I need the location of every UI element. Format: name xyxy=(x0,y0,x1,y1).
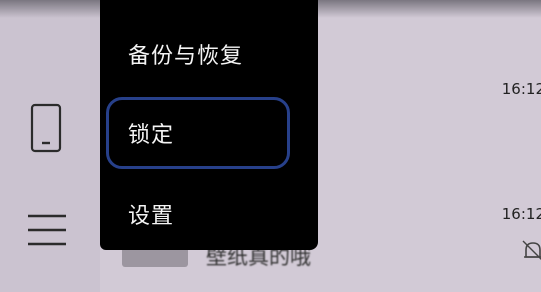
menu-item-lock[interactable]: 锁定 xyxy=(106,97,290,169)
phone-icon[interactable] xyxy=(28,103,64,155)
hamburger-menu-icon[interactable] xyxy=(26,208,70,252)
menu-item-backup-restore[interactable]: 备份与恢复 xyxy=(106,18,290,90)
bell-icon[interactable] xyxy=(519,237,541,265)
menu-item-settings[interactable]: 设置 xyxy=(106,178,290,250)
left-rail xyxy=(0,0,100,292)
dropdown-menu: 备份与恢复 锁定 设置 xyxy=(100,0,318,250)
item-time: 16:12 xyxy=(501,80,541,98)
item-time: 16:12 xyxy=(501,205,541,223)
